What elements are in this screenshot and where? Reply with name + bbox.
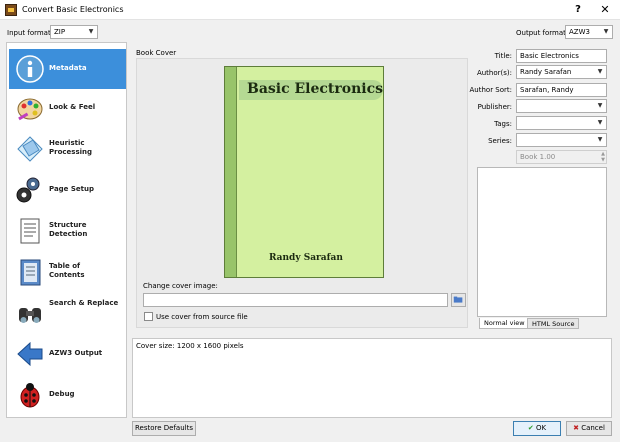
book-cover-label: Book Cover [136, 49, 177, 57]
series-combo[interactable]: ▼ [516, 133, 607, 147]
sidebar: Metadata Look & Feel Heuristic Processin… [6, 42, 127, 418]
cover-size-text: Cover size: 1200 x 1600 pixels [136, 342, 244, 350]
cancel-label: Cancel [581, 424, 605, 432]
calibre-app-icon [5, 4, 17, 16]
sidebar-item-structure-detection[interactable]: Structure Detection [9, 211, 126, 251]
sidebar-item-label: Heuristic Processing [49, 139, 93, 156]
info-icon [16, 55, 44, 83]
tags-label: Tags: [494, 120, 512, 128]
chevron-down-icon: ▼ [597, 136, 603, 143]
sidebar-item-page-setup[interactable]: Page Setup [9, 170, 126, 210]
title-bar: Convert Basic Electronics ? ✕ [0, 0, 620, 20]
document-icon [20, 218, 40, 244]
series-index-spinbox[interactable]: Book 1.00 ▲ ▼ [516, 150, 607, 164]
ok-label: OK [536, 424, 547, 432]
checkmark-icon: ✔ [527, 424, 534, 432]
diamond-icon [17, 136, 43, 162]
sidebar-item-heuristic-processing[interactable]: Heuristic Processing [9, 129, 126, 169]
sidebar-item-label: Debug [49, 390, 75, 398]
authors-value: Randy Sarafan [520, 68, 572, 76]
title-input[interactable]: Basic Electronics [516, 49, 607, 63]
cancel-button[interactable]: ✖ Cancel [566, 421, 612, 436]
authors-combo[interactable]: Randy Sarafan ▼ [516, 65, 607, 79]
book-cover-author: Randy Sarafan [269, 253, 343, 263]
book-cover-image: Basic Electronics Randy Sarafan [224, 66, 384, 278]
sidebar-item-label: Page Setup [49, 185, 94, 193]
output-format-select[interactable]: AZW3 ▼ [565, 25, 613, 39]
close-button[interactable]: ✕ [594, 1, 616, 18]
sidebar-item-table-of-contents[interactable]: Table of Contents [9, 252, 126, 292]
output-format-label: Output format: [516, 29, 569, 37]
sidebar-item-look-feel[interactable]: Look & Feel [9, 88, 126, 128]
series-index-value: Book 1.00 [520, 153, 556, 161]
palette-icon [17, 98, 43, 121]
input-format-label: Input format: [7, 29, 54, 37]
sidebar-item-search-replace[interactable]: Search & Replace [9, 293, 126, 333]
ok-button[interactable]: ✔ OK [513, 421, 561, 436]
sidebar-item-label: Structure Detection [49, 221, 88, 238]
sidebar-item-metadata[interactable]: Metadata [9, 49, 126, 89]
tab-html-source[interactable]: HTML Source [527, 318, 580, 329]
browse-cover-button[interactable] [451, 293, 466, 307]
book-spine [225, 67, 237, 277]
sidebar-item-label: AZW3 Output [49, 349, 103, 357]
output-format-value: AZW3 [569, 28, 590, 36]
book-cover-title: Basic Electronics [247, 81, 384, 97]
chevron-down-icon: ▼ [597, 119, 603, 126]
restore-defaults-button[interactable]: Restore Defaults [132, 421, 196, 436]
sidebar-item-debug[interactable]: Debug [9, 375, 126, 415]
chevron-down-icon: ▼ [603, 28, 609, 35]
author-sort-label: Author Sort: [469, 86, 513, 94]
change-cover-label: Change cover image: [143, 282, 218, 290]
chevron-down-icon: ▼ [597, 68, 603, 75]
arrow-left-icon [17, 341, 43, 367]
sidebar-item-label: Table of Contents [49, 262, 85, 279]
input-format-select[interactable]: ZIP ▼ [50, 25, 98, 39]
cover-info-log: Cover size: 1200 x 1600 pixels [132, 338, 612, 418]
publisher-label: Publisher: [477, 103, 512, 111]
folder-icon [453, 296, 463, 303]
ladybug-icon [20, 383, 40, 408]
notebook-icon [20, 259, 41, 286]
sidebar-item-label: Search & Replace [49, 299, 119, 307]
sidebar-item-azw3-output[interactable]: AZW3 Output [9, 334, 126, 374]
tags-combo[interactable]: ▼ [516, 116, 607, 130]
authors-label: Author(s): [476, 69, 512, 77]
title-label: Title: [494, 52, 512, 60]
input-format-value: ZIP [54, 28, 66, 36]
author-sort-input[interactable]: Sarafan, Randy [516, 83, 607, 97]
window-title: Convert Basic Electronics [22, 5, 124, 14]
help-button[interactable]: ? [568, 1, 588, 18]
spin-arrows-icon: ▲ ▼ [601, 151, 605, 163]
sidebar-item-label: Look & Feel [49, 103, 96, 111]
series-label: Series: [488, 137, 512, 145]
tab-normal-view[interactable]: Normal view [479, 318, 530, 329]
chevron-down-icon: ▼ [88, 28, 94, 35]
comments-editor[interactable] [477, 167, 607, 317]
gears-icon [16, 177, 40, 203]
cross-icon: ✖ [573, 424, 579, 432]
use-source-cover-checkbox[interactable] [144, 312, 153, 321]
binoculars-icon [19, 308, 41, 323]
sidebar-item-label: Metadata [49, 64, 87, 72]
use-source-cover-label: Use cover from source file [156, 313, 248, 321]
publisher-combo[interactable]: ▼ [516, 99, 607, 113]
cover-path-input[interactable] [143, 293, 448, 307]
chevron-down-icon: ▼ [597, 102, 603, 109]
